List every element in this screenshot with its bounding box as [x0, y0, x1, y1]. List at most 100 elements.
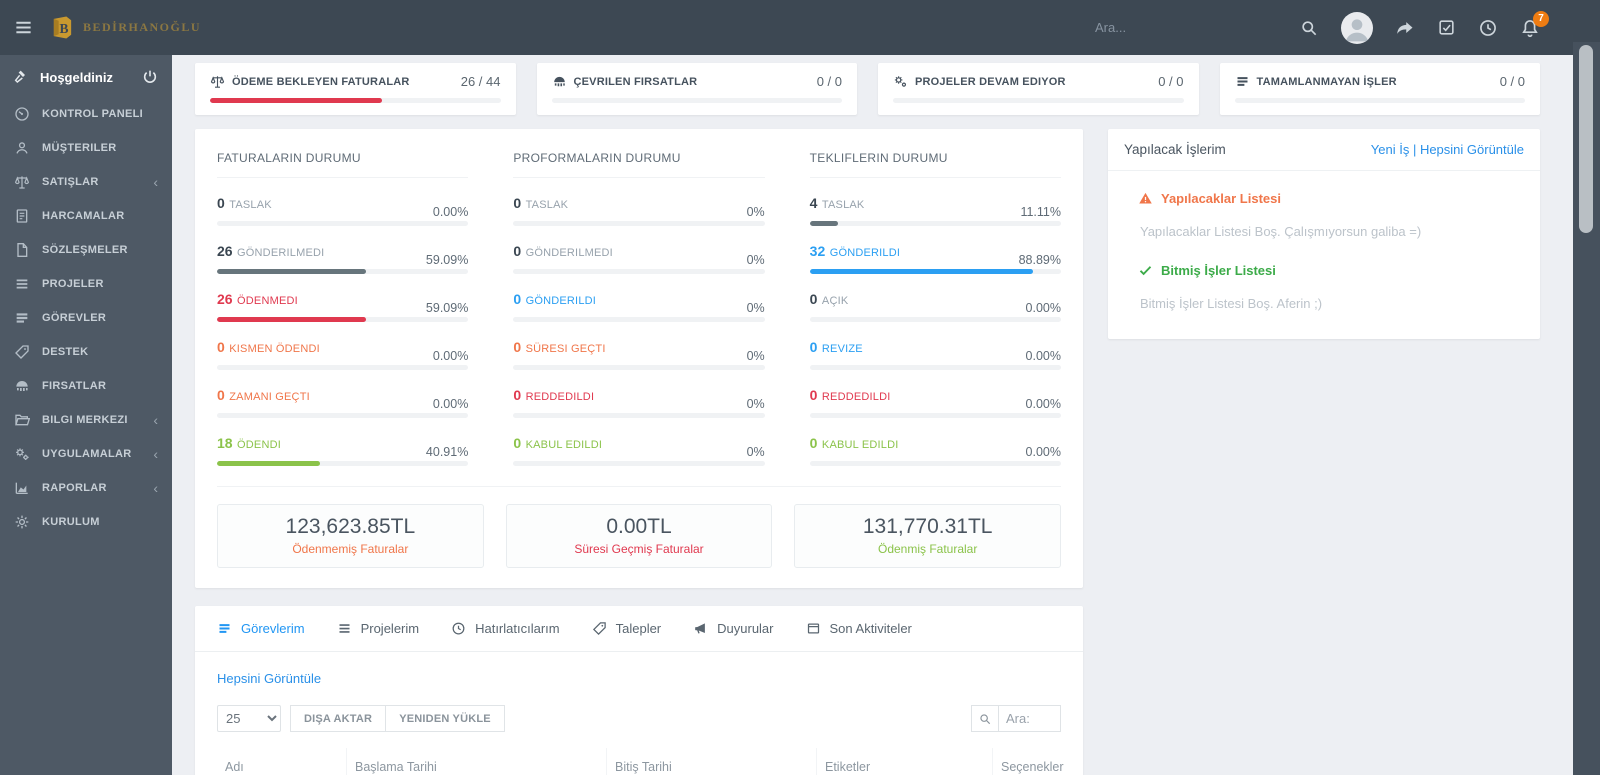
support-ticket-icon	[14, 344, 31, 360]
table-search-input[interactable]	[999, 705, 1061, 732]
sales-scales-icon	[14, 174, 31, 190]
sidebar-item-firsatlar[interactable]: FIRSATLAR	[0, 369, 172, 403]
ticket-icon	[592, 621, 607, 636]
todo-section-pending: Yapılacaklar Listesi	[1138, 191, 1522, 206]
tab-duyurular[interactable]: Duyurular	[691, 606, 775, 651]
brand-logo[interactable]: B BEDİRHANOĞLU	[50, 15, 201, 40]
hamburger-menu-icon[interactable]	[0, 18, 46, 37]
sidebar-item-projeler[interactable]: PROJELER	[0, 267, 172, 301]
status-row: 0 REDDEDILDI0.00%	[810, 387, 1061, 418]
status-board-card: FATURALARIN DURUMU 0 TASLAK0.00% 26 GÖND…	[195, 129, 1083, 588]
opportunities-dome-icon	[14, 378, 31, 394]
check-square-icon[interactable]	[1437, 18, 1456, 37]
sidebar-item-uygulamalar[interactable]: UYGULAMALAR ‹	[0, 437, 172, 471]
search-icon[interactable]	[971, 705, 999, 732]
share-icon[interactable]	[1395, 18, 1415, 38]
tab-talepler[interactable]: Talepler	[590, 606, 664, 651]
opportunities-dome-icon	[552, 74, 567, 89]
megaphone-icon	[693, 621, 708, 636]
column-header-secenekler[interactable]: Seçenekler	[993, 748, 1072, 775]
search-icon[interactable]	[1299, 18, 1319, 38]
stat-card-odeme-bekleyen-faturalar[interactable]: ÖDEME BEKLEYEN FATURALAR 26 / 44	[195, 63, 516, 115]
chevron-left-icon: ‹	[153, 483, 158, 493]
status-row: 0 GÖNDERILMEDI0%	[513, 243, 764, 274]
sidebar-item-destek[interactable]: DESTEK	[0, 335, 172, 369]
scrollbar-thumb[interactable]	[1579, 45, 1593, 233]
sidebar-item-raporlar[interactable]: RAPORLAR ‹	[0, 471, 172, 505]
scrollbar-track[interactable]	[1573, 42, 1600, 775]
list-lines-icon	[337, 621, 352, 636]
column-header-adi[interactable]: Adı	[217, 748, 347, 775]
summary-odenmis-faturalar: 131,770.31TL Ödenmiş Faturalar	[794, 504, 1061, 568]
summary-odenmemis-faturalar: 123,623.85TL Ödenmemiş Faturalar	[217, 504, 484, 568]
stat-value: 0 / 0	[817, 74, 842, 89]
reports-chart-icon	[14, 480, 31, 496]
chevron-left-icon: ‹	[153, 177, 158, 187]
tasks-card: Görevlerim Projelerim Hatırlatıcılarım T…	[195, 606, 1083, 775]
todo-done-empty-text: Bitmiş İşler Listesi Boş. Aferin ;)	[1140, 296, 1522, 311]
table-header: Adı Başlama Tarihi Bitiş Tarihi Etiketle…	[217, 748, 1061, 775]
logout-power-icon[interactable]	[142, 69, 158, 85]
user-avatar[interactable]	[1341, 12, 1373, 44]
status-row: 0 KISMEN ÖDENDI0.00%	[217, 339, 468, 370]
knowledge-folder-icon	[14, 412, 31, 428]
brand-name: BEDİRHANOĞLU	[83, 20, 201, 35]
view-all-link[interactable]: Hepsini Görüntüle	[217, 671, 321, 686]
status-row: 0 REVIZE0.00%	[810, 339, 1061, 370]
column-header-bitis-tarihi[interactable]: Bitiş Tarihi	[607, 748, 817, 775]
todo-panel: Yapılacak İşlerim Yeni İş | Hepsini Görü…	[1108, 129, 1540, 339]
notifications-bell-icon[interactable]: 7	[1520, 18, 1540, 38]
todo-section-done: Bitmiş İşler Listesi	[1138, 263, 1522, 278]
column-header-etiketler[interactable]: Etiketler	[817, 748, 993, 775]
column-proformalarin-durumu: PROFORMALARIN DURUMU 0 TASLAK0% 0 GÖNDER…	[513, 145, 764, 466]
sidebar-item-musteriler[interactable]: MÜŞTERILER	[0, 131, 172, 165]
global-search-input[interactable]	[1095, 20, 1285, 35]
status-row: 0 KABUL EDILDI0.00%	[810, 435, 1061, 466]
progress-bar	[552, 98, 843, 103]
column-title: FATURALARIN DURUMU	[217, 145, 468, 178]
page-size-select[interactable]: 25	[217, 705, 281, 732]
status-row: 0 ZAMANI GEÇTI0.00%	[217, 387, 468, 418]
chevron-left-icon: ‹	[153, 415, 158, 425]
reload-button[interactable]: YENIDEN YÜKLE	[386, 705, 505, 732]
sidebar-item-harcamalar[interactable]: HARCAMALAR	[0, 199, 172, 233]
todo-pending-empty-text: Yapılacaklar Listesi Boş. Çalışmıyorsun …	[1140, 224, 1522, 239]
status-row: 32 GÖNDERILDI88.89%	[810, 243, 1061, 274]
view-all-tasks-link[interactable]: Hepsini Görüntüle	[1420, 142, 1524, 157]
sidebar-item-bilgi-merkezi[interactable]: BILGI MERKEZI ‹	[0, 403, 172, 437]
dashboard-icon	[14, 106, 31, 122]
summary-row: 123,623.85TL Ödenmemiş Faturalar 0.00TL …	[217, 504, 1061, 568]
sidebar-welcome: Hoşgeldiniz	[0, 55, 172, 97]
sidebar-item-kurulum[interactable]: KURULUM	[0, 505, 172, 539]
tab-son-aktiviteler[interactable]: Son Aktiviteler	[804, 606, 914, 651]
stat-value: 0 / 0	[1500, 74, 1525, 89]
sidebar-item-sozlesmeler[interactable]: SÖZLEŞMELER	[0, 233, 172, 267]
sidebar-item-gorevler[interactable]: GÖREVLER	[0, 301, 172, 335]
tab-projelerim[interactable]: Projelerim	[335, 606, 422, 651]
stat-card-tamamlanmayan-isler[interactable]: TAMAMLANMAYAN İŞLER 0 / 0	[1220, 63, 1541, 115]
status-row: 0 SÜRESI GEÇTI0%	[513, 339, 764, 370]
summary-suresi-gecmis-faturalar: 0.00TL Süresi Geçmiş Faturalar	[506, 504, 773, 568]
tasks-list-icon	[14, 310, 31, 326]
main-content: ÖDEME BEKLEYEN FATURALAR 26 / 44 ÇEVRILE…	[172, 55, 1573, 775]
export-button[interactable]: DIŞA AKTAR	[290, 705, 386, 732]
status-row: 0 REDDEDILDI0%	[513, 387, 764, 418]
clock-icon[interactable]	[1478, 18, 1498, 38]
chevron-left-icon: ‹	[153, 449, 158, 459]
new-task-link[interactable]: Yeni İş	[1371, 142, 1410, 157]
column-faturalarin-durumu: FATURALARIN DURUMU 0 TASLAK0.00% 26 GÖND…	[217, 145, 468, 466]
sidebar-item-satislar[interactable]: SATIŞLAR ‹	[0, 165, 172, 199]
sidebar-item-kontrol-paneli[interactable]: KONTROL PANELI	[0, 97, 172, 131]
tab-gorevlerim[interactable]: Görevlerim	[215, 606, 307, 651]
app-root: B BEDİRHANOĞLU 7	[0, 0, 1600, 775]
stat-card-projeler-devam-ediyor[interactable]: PROJELER DEVAM EDIYOR 0 / 0	[878, 63, 1199, 115]
tab-hatirlaticilarim[interactable]: Hatırlatıcılarım	[449, 606, 562, 651]
column-tekliflerin-durumu: TEKLIFLERIN DURUMU 4 TASLAK11.11% 32 GÖN…	[810, 145, 1061, 466]
topbar: B BEDİRHANOĞLU 7	[0, 0, 1600, 55]
stat-card-cevrilen-firsatlar[interactable]: ÇEVRILEN FIRSATLAR 0 / 0	[537, 63, 858, 115]
gavel-icon	[14, 69, 30, 85]
welcome-label: Hoşgeldiniz	[40, 70, 142, 85]
progress-bar	[1235, 98, 1526, 103]
column-header-baslama-tarihi[interactable]: Başlama Tarihi	[347, 748, 607, 775]
tasks-list-icon	[217, 621, 232, 636]
